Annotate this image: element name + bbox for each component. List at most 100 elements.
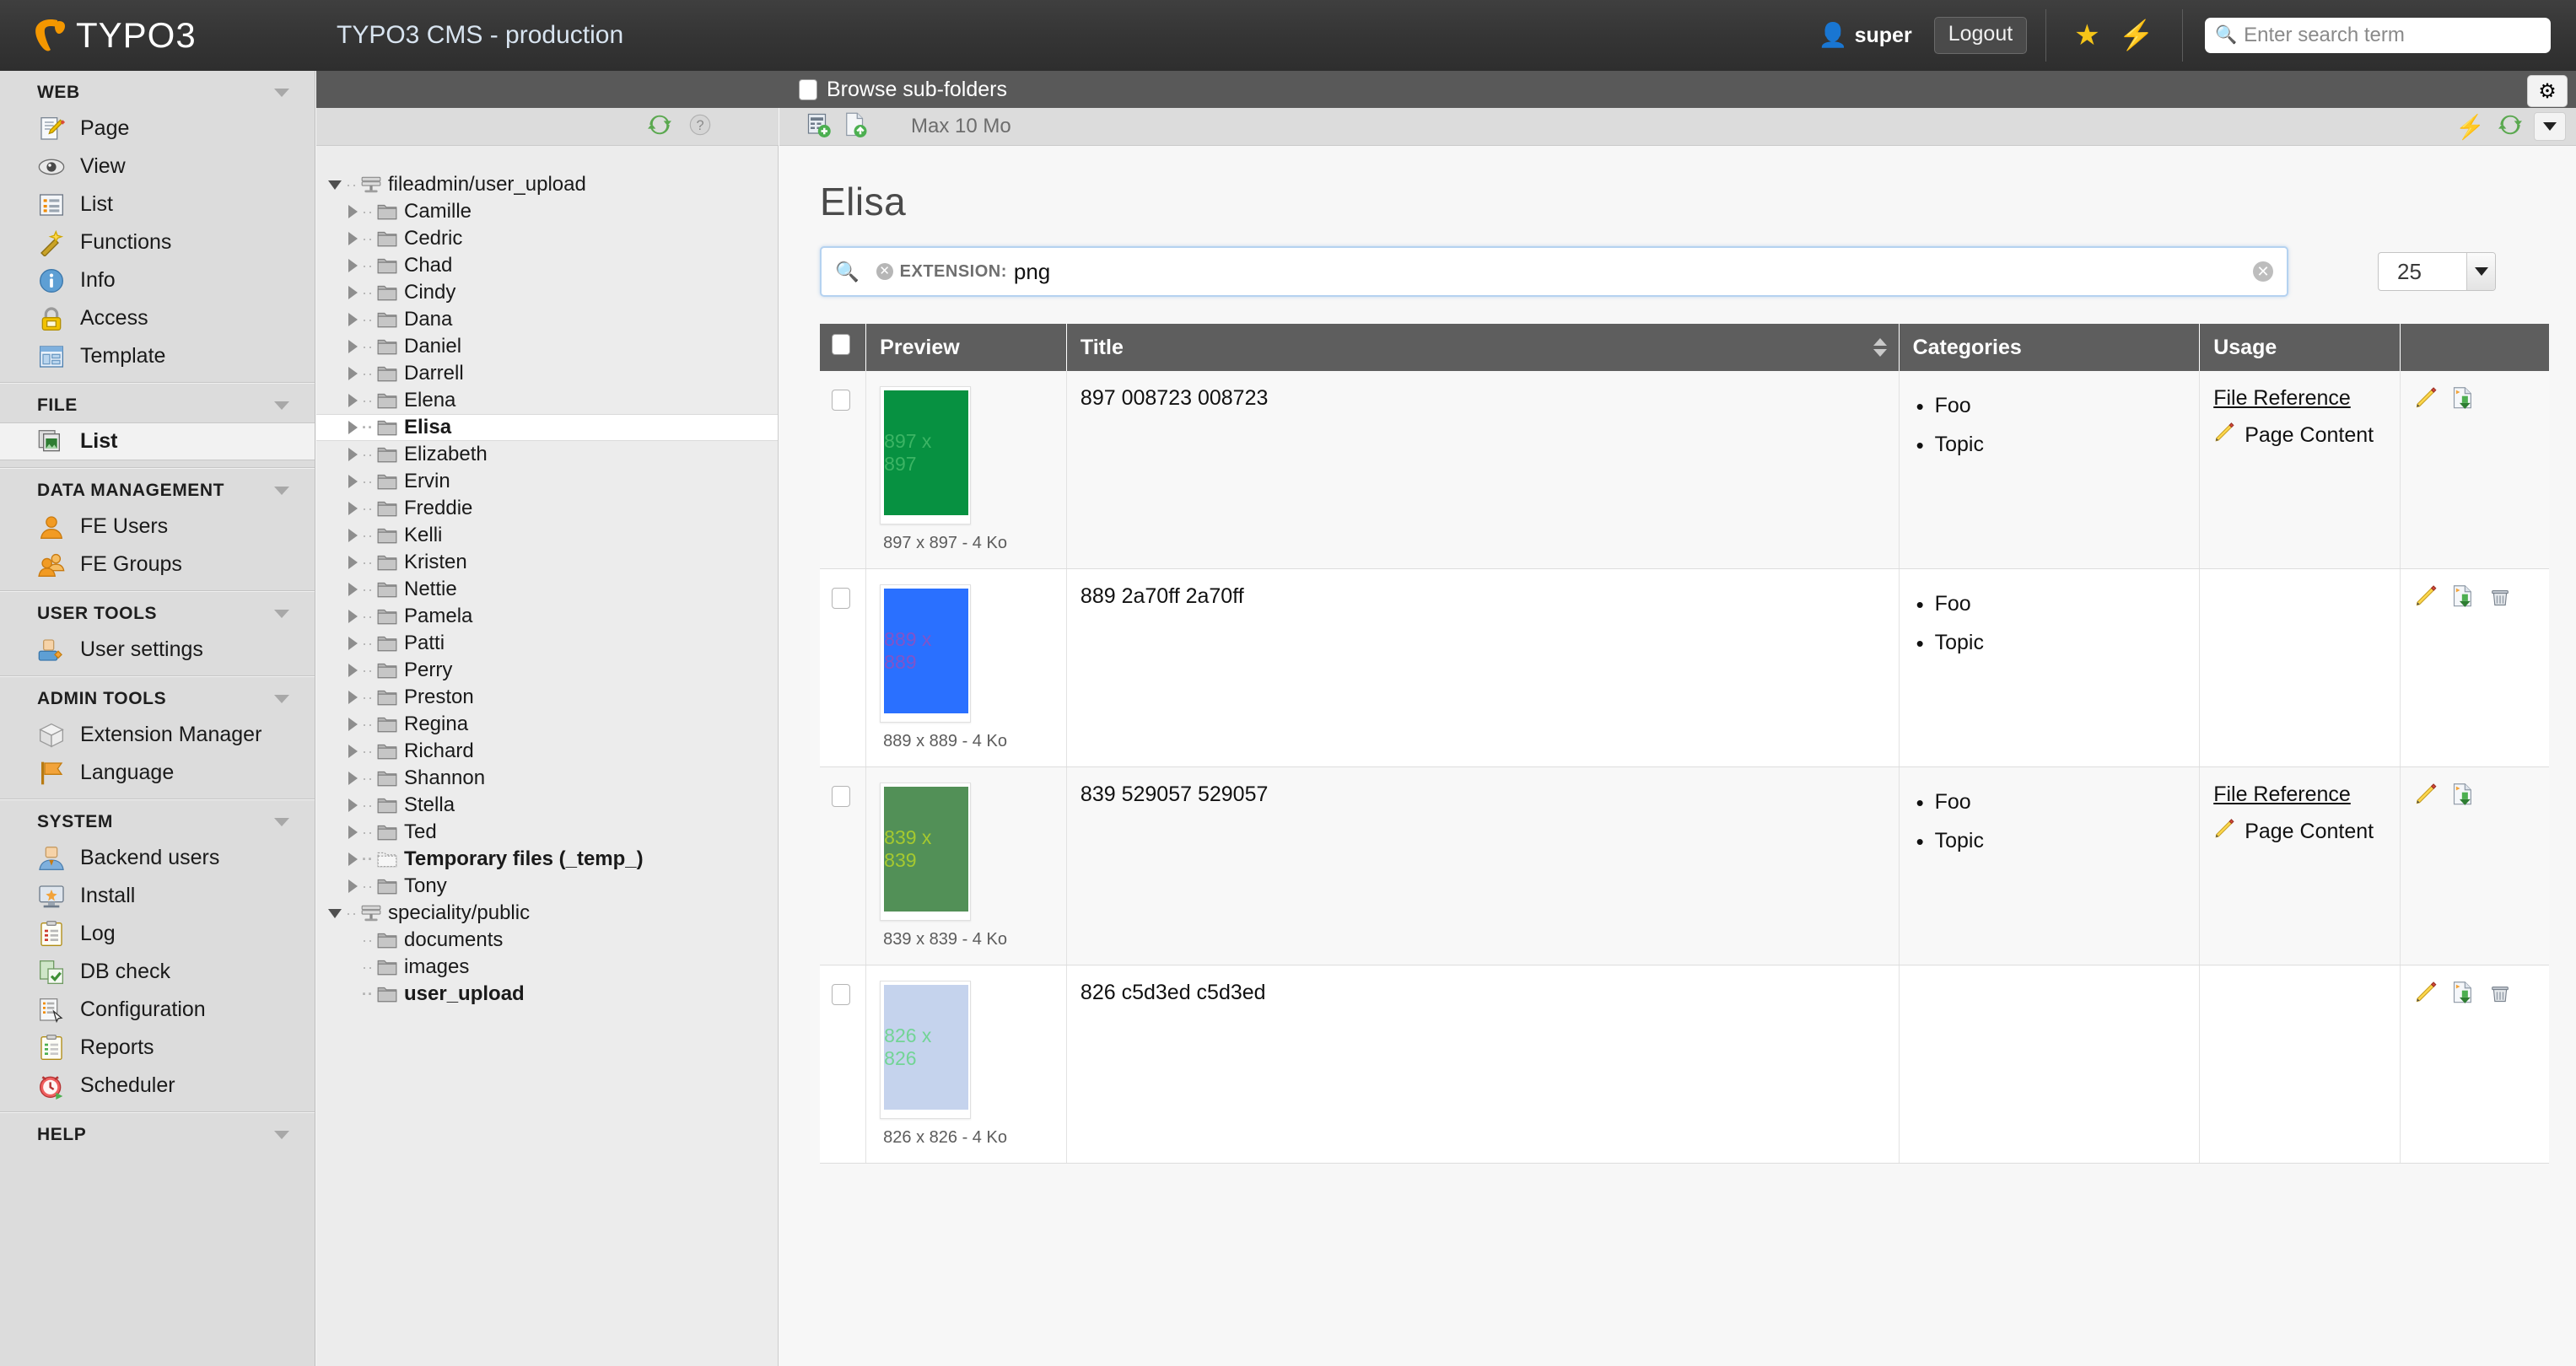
lightning-icon[interactable]: ⚡ [2119, 21, 2154, 50]
column-header-categories[interactable]: Categories [1899, 324, 2200, 371]
page-content-usage[interactable]: Page Content [2213, 422, 2386, 449]
tree-node-camille[interactable]: ··Camille [316, 198, 778, 225]
table-row[interactable]: 826 x 826826 x 826 - 4 Ko826 c5d3ed c5d3… [820, 965, 2549, 1164]
chevron-down-icon[interactable] [2466, 253, 2495, 290]
tree-expand-icon[interactable] [348, 583, 358, 596]
tree-expand-icon[interactable] [348, 232, 358, 245]
tree-node-perry[interactable]: ··Perry [316, 657, 778, 684]
clear-icon[interactable]: ✕ [2253, 261, 2273, 282]
tree-expand-icon[interactable] [348, 340, 358, 353]
tree-node-patti[interactable]: ··Patti [316, 630, 778, 657]
row-select-cell[interactable] [820, 965, 866, 1164]
sidebar-item-template[interactable]: Template [0, 337, 315, 375]
file-reference-link[interactable]: File Reference [2213, 386, 2386, 411]
tree-expand-icon[interactable] [348, 718, 358, 731]
tree-expand-icon[interactable] [348, 313, 358, 326]
lightning-icon[interactable]: ⚡ [2455, 113, 2485, 141]
tree-node-dana[interactable]: ··Dana [316, 306, 778, 333]
file-reference-link[interactable]: File Reference [2213, 782, 2386, 807]
column-header-title[interactable]: Title [1066, 324, 1899, 371]
sidebar-group-help[interactable]: HELP [0, 1113, 315, 1152]
import-icon[interactable] [2451, 386, 2475, 410]
sidebar-item-extension-manager[interactable]: Extension Manager [0, 716, 315, 754]
folder-tree[interactable]: ··fileadmin/user_upload··Camille··Cedric… [316, 146, 779, 1366]
tree-node-cedric[interactable]: ··Cedric [316, 225, 778, 252]
sidebar-item-language[interactable]: Language [0, 754, 315, 792]
tree-collapse-icon[interactable] [328, 909, 342, 918]
new-file-icon[interactable] [806, 112, 832, 142]
tree-node-kristen[interactable]: ··Kristen [316, 549, 778, 576]
sidebar-item-fe-groups[interactable]: FE Groups [0, 546, 315, 584]
sidebar-group-data-management[interactable]: DATA MANAGEMENT [0, 469, 315, 508]
tree-expand-icon[interactable] [348, 556, 358, 569]
trash-icon[interactable] [2488, 981, 2512, 1004]
tree-collapse-icon[interactable] [328, 180, 342, 190]
gear-icon[interactable]: ⚙ [2527, 75, 2568, 107]
tree-node-pamela[interactable]: ··Pamela [316, 603, 778, 630]
chevron-down-icon[interactable] [274, 610, 289, 618]
search-input[interactable] [2242, 23, 2541, 48]
tree-node-chad[interactable]: ··Chad [316, 252, 778, 279]
tree-node-user-upload[interactable]: ··user_upload [316, 981, 778, 1008]
tree-expand-icon[interactable] [348, 826, 358, 839]
pencil-icon[interactable] [2414, 584, 2438, 608]
help-icon[interactable]: ? [688, 113, 712, 141]
tree-expand-icon[interactable] [348, 879, 358, 893]
browse-subfolders-checkbox[interactable] [799, 79, 817, 100]
row-checkbox[interactable] [832, 786, 850, 807]
sidebar-item-reports[interactable]: Reports [0, 1029, 315, 1067]
row-select-cell[interactable] [820, 569, 866, 767]
tree-expand-icon[interactable] [348, 205, 358, 218]
chip-remove-icon[interactable]: ✕ [876, 263, 893, 280]
row-checkbox[interactable] [832, 390, 850, 411]
tree-expand-icon[interactable] [348, 448, 358, 461]
pencil-icon[interactable] [2414, 981, 2438, 1004]
trash-icon[interactable] [2488, 584, 2512, 608]
sidebar-item-log[interactable]: Log [0, 915, 315, 953]
upload-icon[interactable] [843, 112, 869, 142]
tree-expand-icon[interactable] [348, 691, 358, 704]
tree-node-ervin[interactable]: ··Ervin [316, 468, 778, 495]
tree-node-documents[interactable]: ··documents [316, 927, 778, 954]
row-select-cell[interactable] [820, 371, 866, 569]
tree-node-cindy[interactable]: ··Cindy [316, 279, 778, 306]
sidebar-item-scheduler[interactable]: Scheduler [0, 1067, 315, 1105]
tree-node-elizabeth[interactable]: ··Elizabeth [316, 441, 778, 468]
pencil-icon[interactable] [2414, 782, 2438, 806]
tree-node-ted[interactable]: ··Ted [316, 819, 778, 846]
page-size-select[interactable]: 25 [2378, 252, 2496, 291]
tree-expand-icon[interactable] [348, 475, 358, 488]
table-row[interactable]: 897 x 897897 x 897 - 4 Ko897 008723 0087… [820, 371, 2549, 569]
thumbnail-frame[interactable]: 897 x 897 [880, 386, 971, 524]
sidebar-item-user-settings[interactable]: User settings [0, 631, 315, 669]
column-header-preview[interactable]: Preview [866, 324, 1067, 371]
sidebar-item-db-check[interactable]: DB check [0, 953, 315, 991]
tree-node-preston[interactable]: ··Preston [316, 684, 778, 711]
sidebar-item-list[interactable]: List [0, 422, 315, 460]
tree-node-tony[interactable]: ··Tony [316, 873, 778, 900]
tree-expand-icon[interactable] [348, 394, 358, 407]
row-checkbox[interactable] [832, 588, 850, 609]
sort-arrows-icon[interactable] [1873, 338, 1887, 357]
thumbnail-frame[interactable]: 839 x 839 [880, 782, 971, 921]
tree-expand-icon[interactable] [348, 529, 358, 542]
pencil-icon[interactable] [2414, 386, 2438, 410]
tree-expand-icon[interactable] [348, 772, 358, 785]
tree-expand-icon[interactable] [348, 502, 358, 515]
tree-expand-icon[interactable] [348, 637, 358, 650]
tree-expand-icon[interactable] [348, 664, 358, 677]
sidebar-item-page[interactable]: Page [0, 110, 315, 148]
sidebar-group-web[interactable]: WEB [0, 71, 315, 110]
tree-expand-icon[interactable] [348, 367, 358, 380]
star-icon[interactable]: ★ [2074, 21, 2099, 50]
chevron-down-icon[interactable] [274, 89, 289, 97]
topbar-search-wrap[interactable]: 🔍 [2205, 18, 2551, 53]
tree-expand-icon[interactable] [348, 745, 358, 758]
sidebar-item-fe-users[interactable]: FE Users [0, 508, 315, 546]
tree-node-regina[interactable]: ··Regina [316, 711, 778, 738]
table-row[interactable]: 889 x 889889 x 889 - 4 Ko889 2a70ff 2a70… [820, 569, 2549, 767]
tree-expand-icon[interactable] [348, 799, 358, 812]
tree-node-images[interactable]: ··images [316, 954, 778, 981]
chevron-down-icon[interactable] [274, 401, 289, 410]
chevron-down-icon[interactable] [2534, 112, 2566, 141]
